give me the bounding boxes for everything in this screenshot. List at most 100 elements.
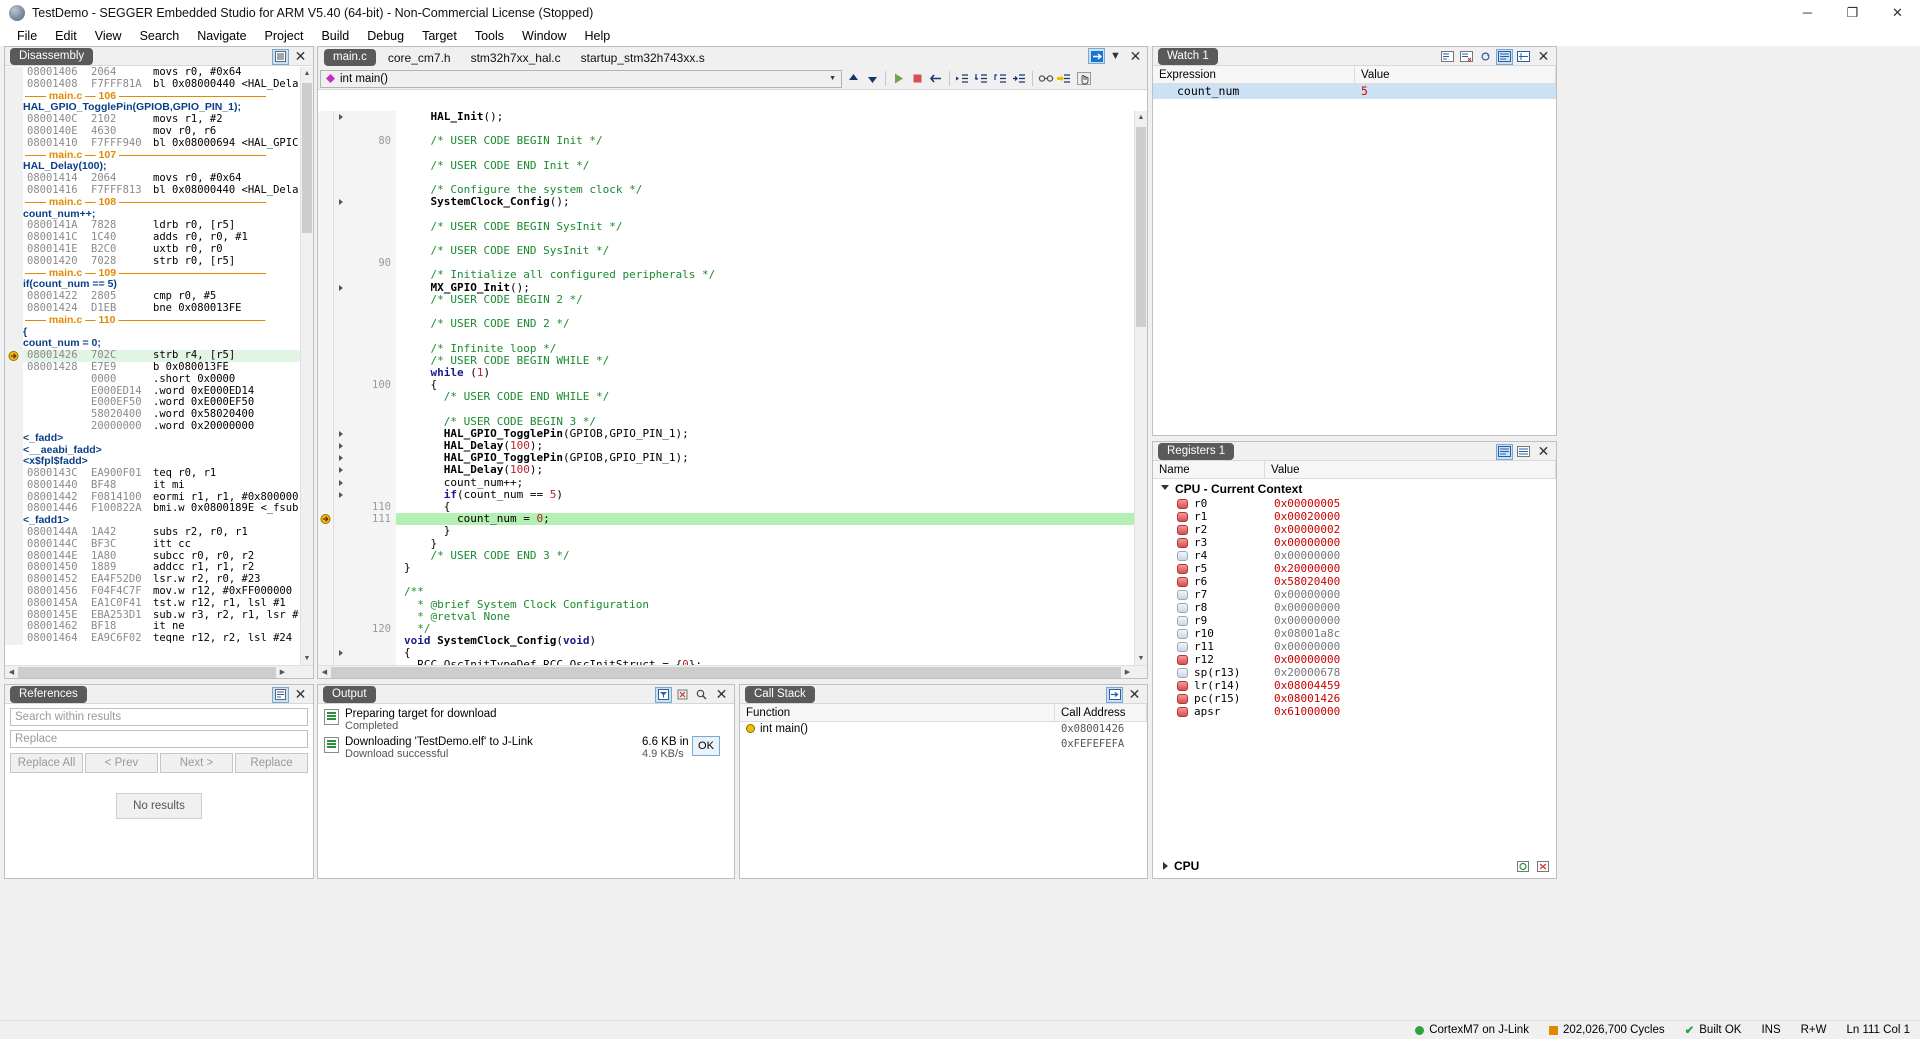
scroll-thumb[interactable] xyxy=(1136,127,1146,327)
registers-close-icon[interactable]: ✕ xyxy=(1534,443,1553,460)
register-row[interactable]: r8 0x00000000 xyxy=(1153,601,1556,614)
menu-edit[interactable]: Edit xyxy=(46,27,86,45)
menu-debug[interactable]: Debug xyxy=(358,27,413,45)
watch-add-icon[interactable] xyxy=(1439,49,1456,65)
register-row[interactable]: sp(r13) 0x20000678 xyxy=(1153,666,1556,679)
watch-row[interactable]: count_num 5 xyxy=(1153,84,1556,99)
register-row[interactable]: pc(r15) 0x08001426 xyxy=(1153,692,1556,705)
output-filter-icon[interactable] xyxy=(655,686,672,703)
registers-view-icon[interactable] xyxy=(1496,443,1513,460)
fold-arrow-icon[interactable] xyxy=(339,479,343,486)
fold-arrow-icon[interactable] xyxy=(339,199,343,206)
references-view-icon[interactable] xyxy=(272,686,289,703)
code-line[interactable]: * @retval None xyxy=(318,610,1134,623)
code-line[interactable]: /* USER CODE END 3 */ xyxy=(318,549,1134,562)
register-row[interactable]: r9 0x00000000 xyxy=(1153,614,1556,627)
menu-help[interactable]: Help xyxy=(575,27,619,45)
menu-search[interactable]: Search xyxy=(131,27,189,45)
register-row[interactable]: r4 0x00000000 xyxy=(1153,549,1556,562)
menu-window[interactable]: Window xyxy=(513,27,575,45)
watch-remove-icon[interactable] xyxy=(1458,49,1475,65)
refs-replace-all-button[interactable]: Replace All xyxy=(10,753,83,773)
status-target[interactable]: CortexM7 on J-Link xyxy=(1405,1024,1539,1036)
menu-build[interactable]: Build xyxy=(312,27,358,45)
code-line[interactable]: 80 /* USER CODE BEGIN Init */ xyxy=(318,135,1134,148)
register-row[interactable]: r5 0x20000000 xyxy=(1153,562,1556,575)
callstack-row[interactable]: 0xFEFEFEFA xyxy=(740,737,1147,752)
watch-close-icon[interactable]: ✕ xyxy=(1534,48,1553,65)
tab-references[interactable]: References xyxy=(10,685,87,703)
disassembly-row[interactable]: 0800140E 4630 mov r0, r6 xyxy=(5,125,313,138)
register-row[interactable]: r6 0x58020400 xyxy=(1153,575,1556,588)
column-function[interactable]: Function xyxy=(740,703,1055,722)
status-cycles[interactable]: 202,026,700 Cycles xyxy=(1539,1024,1675,1036)
disassembly-row[interactable]: 08001464 EA9C6F02 teqne r12, r2, lsl #24 xyxy=(5,632,313,646)
menu-navigate[interactable]: Navigate xyxy=(188,27,255,45)
menu-file[interactable]: File xyxy=(8,27,46,45)
scroll-thumb[interactable] xyxy=(302,83,312,233)
register-row[interactable]: r10 0x08001a8c xyxy=(1153,627,1556,640)
code-line[interactable]: count_num++; xyxy=(318,476,1134,489)
drag-hand-icon[interactable] xyxy=(1074,69,1093,88)
prev-function-icon[interactable] xyxy=(844,69,863,88)
output-clear-icon[interactable] xyxy=(674,687,691,703)
column-name[interactable]: Name xyxy=(1153,460,1265,479)
function-selector[interactable]: int main() ▼ xyxy=(320,69,842,88)
register-row[interactable]: r1 0x00020000 xyxy=(1153,510,1556,523)
code-line[interactable]: /* USER CODE END Init */ xyxy=(318,159,1134,172)
scroll-up-icon[interactable]: ▲ xyxy=(301,67,313,80)
column-call-address[interactable]: Call Address xyxy=(1055,703,1147,722)
tab-output[interactable]: Output xyxy=(323,685,376,703)
register-row[interactable]: r11 0x00000000 xyxy=(1153,640,1556,653)
column-value[interactable]: Value xyxy=(1265,460,1556,479)
chevron-right-icon[interactable] xyxy=(1163,862,1168,870)
registers-footer-refresh-icon[interactable] xyxy=(1514,858,1531,874)
callstack-options-icon[interactable] xyxy=(1106,686,1123,703)
disassembly-view-icon[interactable] xyxy=(272,48,289,65)
code-line[interactable]: } xyxy=(318,525,1134,538)
next-function-icon[interactable] xyxy=(863,69,882,88)
code-line[interactable]: /* USER CODE BEGIN 2 */ xyxy=(318,293,1134,306)
tab-call-stack[interactable]: Call Stack xyxy=(745,685,815,703)
watch-refresh-icon[interactable] xyxy=(1477,49,1494,65)
editor-hscrollbar[interactable]: ◀ ▶ xyxy=(318,665,1147,678)
scroll-thumb-h[interactable] xyxy=(331,666,1121,678)
code-line[interactable]: HAL_Delay(100); xyxy=(318,464,1134,477)
fold-arrow-icon[interactable] xyxy=(339,443,343,450)
editor-tab-stm32h7xx_hal.c[interactable]: stm32h7xx_hal.c xyxy=(463,49,569,67)
references-close-icon[interactable]: ✕ xyxy=(291,686,310,703)
register-row[interactable]: apsr 0x61000000 xyxy=(1153,705,1556,718)
code-line[interactable]: /* USER CODE END SysInit */ xyxy=(318,244,1134,258)
callstack-close-icon[interactable]: ✕ xyxy=(1125,686,1144,703)
code-line[interactable]: HAL_Init(); xyxy=(318,111,1134,124)
code-line[interactable]: void SystemClock_Config(void) xyxy=(318,634,1134,648)
editor-tab-startup_stm32h743xx.s[interactable]: startup_stm32h743xx.s xyxy=(573,49,713,67)
editor-close-icon[interactable]: ✕ xyxy=(1126,48,1145,64)
watch-glasses-icon[interactable] xyxy=(1036,69,1055,88)
code-line[interactable]: while (1) xyxy=(318,366,1134,380)
register-group-header[interactable]: CPU - Current Context xyxy=(1153,480,1556,497)
run-to-cursor-icon[interactable] xyxy=(1010,69,1029,88)
code-line[interactable]: /* USER CODE END 2 */ xyxy=(318,318,1134,331)
output-entry[interactable]: Downloading 'TestDemo.elf' to J-Link Down… xyxy=(318,732,734,760)
scroll-down-icon[interactable]: ▼ xyxy=(301,652,313,665)
watch-expand-icon[interactable] xyxy=(1515,49,1532,65)
status-build[interactable]: ✔ Built OK xyxy=(1675,1023,1752,1037)
register-row[interactable]: r0 0x00000005 xyxy=(1153,497,1556,510)
stop-icon[interactable] xyxy=(908,69,927,88)
disassembly-row[interactable]: 08001416 F7FFF813 bl 0x08000440 <HAL_Dela xyxy=(5,184,313,197)
menu-project[interactable]: Project xyxy=(256,27,313,45)
status-ins[interactable]: INS xyxy=(1751,1024,1790,1036)
close-button[interactable]: ✕ xyxy=(1875,0,1920,25)
disassembly-row[interactable]: 20000000 .word 0x20000000 xyxy=(5,420,313,433)
register-row[interactable]: r7 0x00000000 xyxy=(1153,588,1556,601)
registers-list[interactable]: CPU - Current Context r0 0x00000005 r1 0x00… xyxy=(1153,480,1556,854)
scroll-right-icon[interactable]: ▶ xyxy=(1121,668,1134,676)
status-position[interactable]: Ln 111 Col 1 xyxy=(1836,1024,1920,1036)
callstack-row[interactable]: int main() 0x08001426 xyxy=(740,722,1147,737)
disassembly-vscrollbar[interactable]: ▲ ▼ xyxy=(300,67,313,665)
disassembly-row[interactable]: 0800141E B2C0 uxtb r0, r0 xyxy=(5,243,313,256)
menu-target[interactable]: Target xyxy=(413,27,466,45)
code-line[interactable]: /* USER CODE BEGIN SysInit */ xyxy=(318,220,1134,233)
disassembly-row[interactable]: 0800145A EA1C0F41 tst.w r12, r1, lsl #1 xyxy=(5,597,313,610)
